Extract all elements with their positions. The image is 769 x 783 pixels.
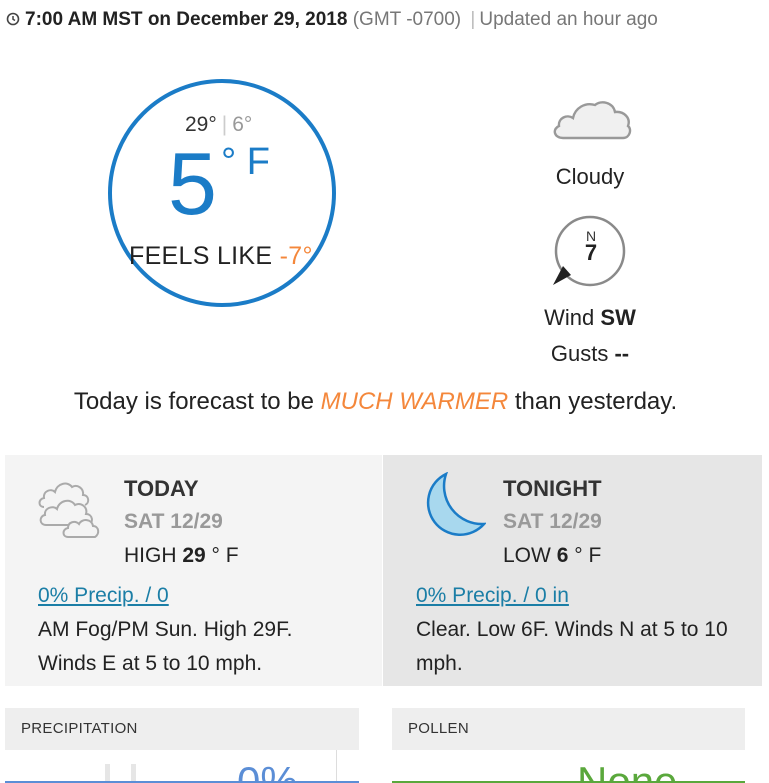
clock-icon xyxy=(6,10,20,32)
moon-icon xyxy=(416,471,487,547)
wind-direction: SW xyxy=(600,305,636,330)
forecast-sentence: Today is forecast to be MUCH WARMER than… xyxy=(0,388,751,416)
today-precip-link[interactable]: 0% Precip. / 0 xyxy=(38,584,169,608)
precip-bar-right xyxy=(131,764,136,781)
precipitation-card-body: 0% xyxy=(5,750,359,781)
precipitation-card[interactable]: PRECIPITATION 0% xyxy=(5,708,359,783)
today-high-value: 29 xyxy=(182,544,206,567)
temp-unit: ° F xyxy=(221,141,270,183)
precip-bar-left xyxy=(105,764,110,781)
precipitation-card-title: PRECIPITATION xyxy=(21,720,138,737)
pollen-card[interactable]: POLLEN None xyxy=(392,708,745,783)
feels-like-value: -7° xyxy=(279,242,313,270)
tonight-low-label: LOW xyxy=(503,544,551,567)
forecast-text-before: Today is forecast to be xyxy=(73,388,314,415)
gusts-value: -- xyxy=(614,341,630,366)
feels-like: FEELS LIKE -7° xyxy=(129,242,313,271)
tonight-precip-link[interactable]: 0% Precip. / 0 in xyxy=(416,584,569,608)
high-temp: 29° xyxy=(185,113,217,136)
condition-text: Cloudy xyxy=(555,164,625,189)
tonight-low-value: 6 xyxy=(556,544,569,567)
feels-like-label: FEELS LIKE xyxy=(129,242,273,270)
tonight-low-unit: ° F xyxy=(574,544,602,567)
header-separator: | xyxy=(470,9,476,30)
forecast-highlight: MUCH WARMER xyxy=(320,388,509,415)
tonight-panel[interactable]: TONIGHT SAT 12/29 LOW 6 ° F 0% Precip. /… xyxy=(383,455,762,686)
gusts-line: Gusts -- xyxy=(500,341,680,367)
pollen-card-body: None xyxy=(392,750,745,781)
wind-label: Wind xyxy=(544,305,595,330)
precipitation-value: 0% xyxy=(237,761,298,782)
pollen-value: None xyxy=(577,761,677,782)
precip-divider xyxy=(336,750,337,781)
today-high-label: HIGH xyxy=(124,544,177,567)
forecast-text-after: than yesterday. xyxy=(514,388,678,415)
today-title: TODAY xyxy=(124,476,199,501)
today-narrative: AM Fog/PM Sun. High 29F. Winds E at 5 to… xyxy=(38,618,293,675)
gmt-offset: (GMT -0700) xyxy=(352,9,462,30)
today-high: HIGH 29 ° F xyxy=(124,544,239,568)
observation-time: 7:00 AM MST on December 29, 2018 xyxy=(25,9,348,30)
today-date: SAT 12/29 xyxy=(124,510,223,533)
tonight-low: LOW 6 ° F xyxy=(503,544,601,568)
today-high-unit: ° F xyxy=(211,544,239,567)
low-temp: 6° xyxy=(232,113,253,136)
updated-text: Updated an hour ago xyxy=(479,9,658,30)
tonight-date: SAT 12/29 xyxy=(503,510,602,533)
today-panel[interactable]: TODAY SAT 12/29 HIGH 29 ° F 0% Precip. /… xyxy=(5,455,382,686)
tonight-narrative: Clear. Low 6F. Winds N at 5 to 10 mph. xyxy=(416,618,728,675)
pollen-card-title: POLLEN xyxy=(408,720,469,737)
partly-cloudy-icon xyxy=(38,473,108,546)
cloudy-icon xyxy=(549,96,633,147)
current-temp: 5 xyxy=(168,134,217,233)
gusts-label: Gusts xyxy=(550,341,609,366)
wind-compass: N 7 xyxy=(553,214,627,293)
tonight-title: TONIGHT xyxy=(503,476,602,501)
observation-header: 7:00 AM MST on December 29, 2018 (GMT -0… xyxy=(6,9,658,32)
wind-line: Wind SW xyxy=(500,305,680,331)
wind-speed: 7 xyxy=(585,240,597,265)
